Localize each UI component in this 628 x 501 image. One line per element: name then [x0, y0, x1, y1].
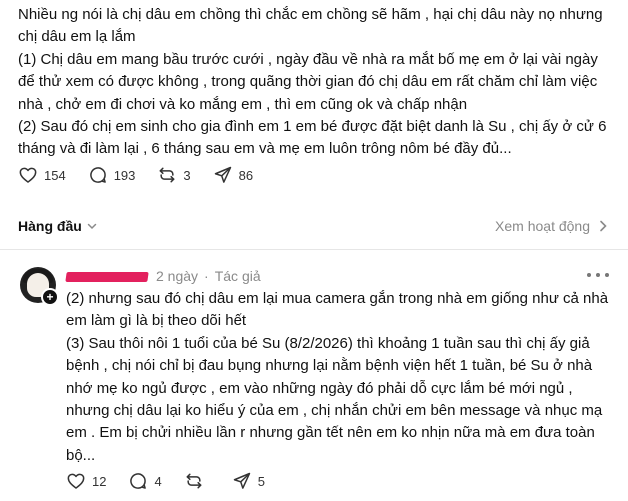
view-activity-label: Xem hoạt động	[495, 218, 590, 234]
comment-reply-count: 4	[154, 473, 162, 489]
replies-sort-bar: Hàng đầu Xem hoạt động	[18, 214, 610, 238]
more-options-button[interactable]	[587, 268, 609, 282]
comment-count: 193	[113, 167, 136, 183]
repost-button[interactable]: 3	[157, 165, 191, 185]
view-activity-link[interactable]: Xem hoạt động	[495, 218, 610, 234]
speech-bubble-icon	[89, 167, 106, 183]
sort-label: Hàng đầu	[18, 218, 82, 234]
comment-action-bar: 12 4 5	[66, 471, 287, 491]
post-paragraph: (1) Chị dâu em mang bầu trước cưới , ngà…	[18, 50, 598, 113]
share-count: 86	[238, 167, 254, 183]
send-icon	[214, 166, 231, 183]
author-tag: Tác giả	[214, 268, 261, 284]
post-action-bar: 154 193 3 86	[18, 165, 275, 185]
plus-icon[interactable]: +	[41, 288, 59, 306]
comment-reply-button[interactable]: 4	[128, 471, 162, 491]
comment-body: (2) nhưng sau đó chị dâu em lại mua came…	[66, 288, 618, 467]
comment-share-count: 5	[257, 473, 265, 489]
comment-repost-button[interactable]	[184, 471, 210, 491]
comment-button[interactable]: 193	[88, 165, 136, 185]
share-button[interactable]: 86	[213, 165, 253, 185]
heart-icon	[19, 167, 37, 183]
comment-like-count: 12	[92, 473, 107, 489]
comment-paragraph: (2) nhưng sau đó chị dâu em lại mua came…	[66, 290, 609, 330]
comment-share-button[interactable]: 5	[232, 471, 265, 491]
comment-header: 2 ngày · Tác giả	[65, 266, 261, 286]
redaction-mark	[65, 271, 149, 282]
comment-like-button[interactable]: 12	[66, 471, 106, 491]
repost-count: 3	[183, 167, 191, 183]
section-divider	[0, 249, 628, 250]
like-count: 154	[44, 167, 66, 183]
repost-icon	[186, 473, 202, 489]
comment-time: 2 ngày	[156, 268, 199, 284]
post-body: Nhiều ng nói là chị dâu em chồng thì chắ…	[18, 4, 616, 161]
post-paragraph: Nhiều ng nói là chị dâu em chồng thì chắ…	[18, 6, 603, 46]
chevron-down-icon	[87, 223, 97, 230]
send-icon	[233, 472, 250, 489]
username[interactable]	[65, 268, 152, 285]
sort-dropdown[interactable]: Hàng đầu	[18, 218, 98, 234]
speech-bubble-icon	[130, 473, 147, 489]
heart-icon	[67, 473, 85, 489]
separator-dot: ·	[204, 268, 209, 284]
chevron-right-icon	[600, 220, 607, 232]
like-button[interactable]: 154	[18, 165, 66, 185]
comment-paragraph: (3) Sau thôi nôi 1 tuổi của bé Su (8/2/2…	[66, 334, 603, 464]
post-paragraph: (2) Sau đó chị em sinh cho gia đình em 1…	[18, 118, 607, 158]
repost-icon	[159, 167, 175, 183]
more-dots-icon	[587, 273, 591, 277]
avatar[interactable]: +	[20, 267, 59, 306]
